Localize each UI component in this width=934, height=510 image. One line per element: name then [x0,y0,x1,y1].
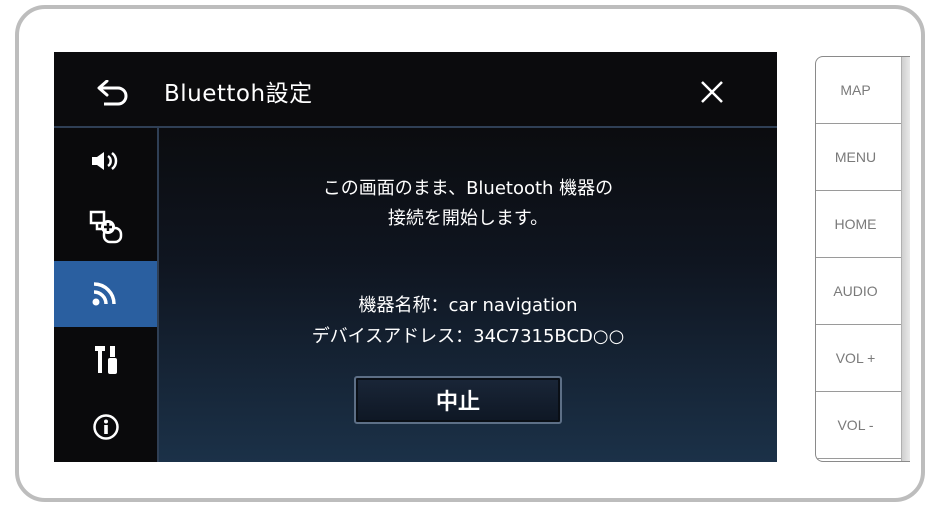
main-content: この画面のまま、Bluetooth 機器の 接続を開始します。 機器名称：car… [159,128,777,462]
message-line-2: 接続を開始します。 [387,208,549,229]
info-icon [92,414,119,440]
hardware-button-panel: MAP MENU HOME AUDIO VOL + VOL - [815,56,910,462]
audio-button[interactable]: AUDIO [816,258,909,325]
back-arrow-icon [97,80,128,106]
device-name: 機器名称：car navigation [358,295,578,316]
sidebar-item-tools[interactable] [54,327,157,393]
sidebar-item-info[interactable] [54,394,157,460]
map-button[interactable]: MAP [816,57,909,124]
message-line-1: この画面のまま、Bluetooth 機器の [322,178,614,199]
device-connect-icon [89,210,122,244]
home-button[interactable]: HOME [816,191,909,258]
tools-icon [94,346,117,374]
menu-button[interactable]: MENU [816,124,909,191]
vol-up-button[interactable]: VOL + [816,325,909,392]
sidebar-item-device[interactable] [54,194,157,260]
close-button[interactable] [694,74,730,110]
display-screen: Bluettoh設定 この画面のまま、Bluetooth 機器の 接続を開始しま… [54,52,777,462]
signal-icon [92,282,116,306]
panel-edge [901,57,910,461]
sidebar [54,128,159,462]
title-bar: Bluettoh設定 [54,52,777,128]
sidebar-item-sound[interactable] [54,128,157,194]
device-address: デバイスアドレス：34C7315BCD○○ [311,326,625,347]
cancel-button[interactable]: 中止 [354,376,562,424]
speaker-icon [91,152,117,170]
close-icon [701,81,723,103]
page-title: Bluettoh設定 [164,81,313,107]
sidebar-item-bluetooth[interactable] [54,261,157,327]
vol-down-button[interactable]: VOL - [816,392,909,459]
back-button[interactable] [92,76,134,110]
